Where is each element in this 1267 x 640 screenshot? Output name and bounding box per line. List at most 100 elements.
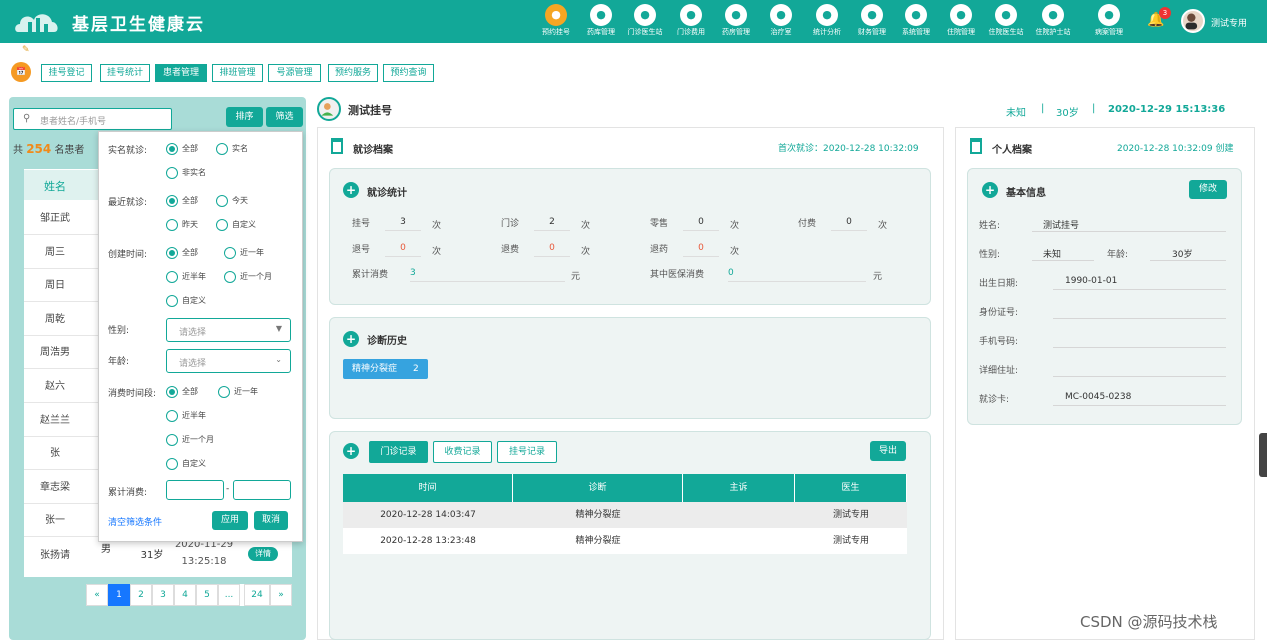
record-tab-1[interactable]: 收费记录 — [433, 441, 492, 463]
radio-spend-3[interactable]: 近一个月 — [166, 434, 214, 446]
gear-icon: ● — [861, 4, 883, 26]
nav-pill[interactable]: ● 药房管理 — [716, 4, 756, 36]
clear-filter-link[interactable]: 清空筛选条件 — [108, 515, 162, 528]
radio-spend-2[interactable]: 近半年 — [166, 410, 206, 422]
page-5[interactable]: 5 — [196, 584, 218, 606]
radio-recent-1[interactable]: 今天 — [216, 195, 248, 207]
record-tab-2[interactable]: 挂号记录 — [497, 441, 557, 463]
current-time: 2020-12-29 15:13:36 — [1108, 104, 1226, 115]
patient-name-cell[interactable]: 周乾 — [24, 310, 86, 325]
nav-home[interactable]: ● 药库管理 — [581, 4, 621, 36]
tab-0[interactable]: 挂号登记 — [41, 64, 92, 82]
patient-name-cell[interactable]: 张扬请 — [24, 546, 86, 561]
spend-label: 消费时间段: — [108, 389, 157, 399]
patient-name-cell[interactable]: 章志梁 — [24, 478, 86, 493]
age-select[interactable]: 请选择 ⌄ — [166, 349, 291, 373]
stat-unit: 次 — [432, 221, 442, 231]
page-6[interactable]: ... — [218, 584, 240, 606]
patient-name-cell[interactable]: 赵六 — [24, 377, 86, 392]
user-name[interactable]: 测试专用 — [1211, 16, 1247, 29]
radio-spend-1[interactable]: 近一年 — [218, 386, 258, 398]
file-icon: ● — [1098, 4, 1120, 26]
side-drawer-handle[interactable] — [1259, 433, 1267, 477]
record-tab-0[interactable]: 门诊记录 — [369, 441, 428, 463]
page-0[interactable]: « — [86, 584, 108, 606]
stat-label: 挂号 — [352, 219, 371, 229]
page-7[interactable]: 24 — [244, 584, 270, 606]
radio-create-3[interactable]: 近一个月 — [224, 271, 272, 283]
tab-6[interactable]: 预约查询 — [383, 64, 434, 82]
avatar[interactable] — [1181, 9, 1205, 33]
chart-icon: ● — [816, 4, 838, 26]
patient-name-cell[interactable]: 张一 — [24, 511, 86, 526]
nav-bed[interactable]: ● 住院管理 — [941, 4, 981, 36]
patient-name-cell[interactable]: 邹正武 — [24, 209, 86, 224]
spend-min-input[interactable] — [166, 480, 224, 500]
radio-recent-0[interactable]: 全部 — [166, 195, 198, 207]
patient-name-cell[interactable]: 周三 — [24, 243, 86, 258]
table-row[interactable]: 2020-12-28 14:03:47 精神分裂症 测试专用 — [343, 502, 907, 528]
tab-5[interactable]: 预约服务 — [328, 64, 378, 82]
page-3[interactable]: 3 — [152, 584, 174, 606]
col-header: 主诉 — [683, 474, 795, 502]
pin-icon[interactable]: ✎ — [22, 45, 30, 55]
page-2[interactable]: 2 — [130, 584, 152, 606]
table-cell: 2020-12-28 14:03:47 — [380, 510, 476, 520]
sort-button[interactable]: 排序 — [226, 107, 263, 127]
nav-calendar[interactable]: ● 预约挂号 — [536, 4, 576, 36]
nav-nurse[interactable]: ● 住院护士站 — [1033, 4, 1073, 36]
radio-spend-0[interactable]: 全部 — [166, 386, 198, 398]
diagnosis-tag[interactable]: 精神分裂症 2 — [343, 359, 428, 379]
nav-yen[interactable]: ● 门诊费用 — [671, 4, 711, 36]
nav-label: 住院医生站 — [988, 28, 1024, 36]
row-gender: 男 — [101, 544, 111, 555]
detail-button[interactable]: 详情 — [248, 547, 278, 561]
table-row[interactable]: 2020-12-28 13:23:48 精神分裂症 测试专用 — [343, 528, 907, 554]
nav-file[interactable]: ● 病案管理 — [1089, 4, 1129, 36]
patient-name-cell[interactable]: 周浩男 — [24, 343, 86, 358]
patient-name-cell[interactable]: 张 — [24, 444, 86, 459]
nav-gear[interactable]: ● 财务管理 — [852, 4, 892, 36]
birth-value: 1990-01-01 — [1053, 272, 1226, 290]
page-4[interactable]: 4 — [174, 584, 196, 606]
export-button[interactable]: 导出 — [870, 441, 906, 461]
edit-button[interactable]: 修改 — [1189, 180, 1227, 199]
gender-select[interactable]: 请选择 ▼ — [166, 318, 291, 342]
filter-button[interactable]: 筛选 — [266, 107, 303, 127]
chevron-down-icon: ⌄ — [275, 355, 282, 364]
radio-create-4[interactable]: 自定义 — [166, 295, 206, 307]
radio-create-2[interactable]: 近半年 — [166, 271, 206, 283]
search-input[interactable]: ⚲ 患者姓名/手机号 — [13, 108, 172, 130]
radio-recent-3[interactable]: 自定义 — [216, 219, 256, 231]
spend-max-input[interactable] — [233, 480, 291, 500]
tab-3[interactable]: 排班管理 — [212, 64, 263, 82]
radio-create-1[interactable]: 近一年 — [224, 247, 264, 259]
notification-badge: 3 — [1159, 7, 1171, 19]
nav-treatment[interactable]: ● 治疗室 — [761, 4, 801, 36]
page-8[interactable]: » — [270, 584, 292, 606]
radio-spend-4[interactable]: 自定义 — [166, 458, 206, 470]
page-1[interactable]: 1 — [108, 584, 130, 606]
birth-label: 出生日期: — [979, 279, 1019, 289]
nav-chart[interactable]: ● 统计分析 — [807, 4, 847, 36]
id-label: 身份证号: — [979, 308, 1019, 318]
nav-doctor[interactable]: ● 住院医生站 — [986, 4, 1026, 36]
tab-1[interactable]: 挂号统计 — [100, 64, 150, 82]
radio-real-1[interactable]: 实名 — [216, 143, 248, 155]
name-label: 姓名: — [979, 221, 1001, 231]
patient-name-cell[interactable]: 赵兰兰 — [24, 411, 86, 426]
nav-label: 药房管理 — [722, 28, 750, 36]
tab-2[interactable]: 患者管理 — [155, 64, 207, 82]
radio-real-2[interactable]: 非实名 — [166, 167, 206, 179]
gender-label: 性别: — [108, 326, 130, 336]
patient-name-cell[interactable]: 周日 — [24, 276, 86, 291]
radio-real-0[interactable]: 全部 — [166, 143, 198, 155]
radio-create-0[interactable]: 全部 — [166, 247, 198, 259]
cancel-button[interactable]: 取消 — [254, 511, 288, 530]
address-value — [1053, 359, 1226, 377]
radio-recent-2[interactable]: 昨天 — [166, 219, 198, 231]
apply-button[interactable]: 应用 — [212, 511, 248, 530]
nav-settings[interactable]: ● 系统管理 — [896, 4, 936, 36]
tab-4[interactable]: 号源管理 — [268, 64, 321, 82]
nav-doctor[interactable]: ● 门诊医生站 — [625, 4, 665, 36]
